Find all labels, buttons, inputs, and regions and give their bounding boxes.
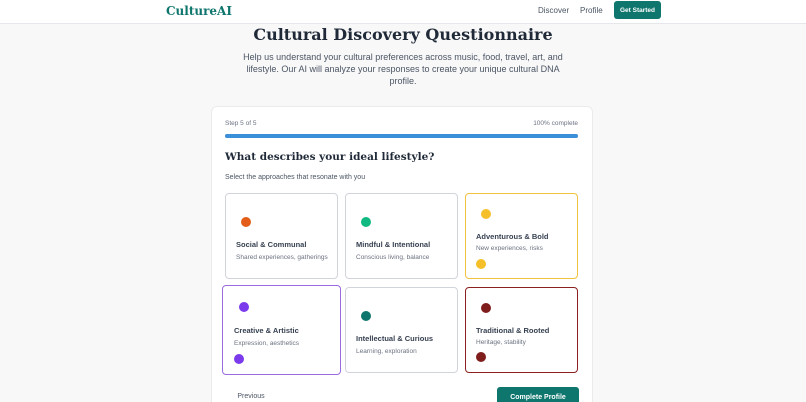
question-subtitle: Select the approaches that resonate with… bbox=[225, 174, 366, 181]
logo[interactable]: CultureAI bbox=[166, 4, 232, 18]
green-dot-icon bbox=[361, 217, 371, 227]
option-desc: Expression, aesthetics bbox=[234, 340, 300, 347]
option-social-communal[interactable]: Social & Communal Shared experiences, ga… bbox=[225, 193, 338, 279]
option-desc: Learning, exploration bbox=[356, 348, 417, 355]
step-label: Step 5 of 5 bbox=[225, 120, 257, 127]
option-desc: New experiences, risks bbox=[476, 245, 543, 252]
yellow-dot-icon bbox=[481, 209, 491, 219]
option-title: Intellectual & Curious bbox=[356, 334, 434, 343]
complete-profile-button[interactable]: Complete Profile bbox=[497, 387, 579, 402]
option-title: Adventurous & Bold bbox=[476, 232, 549, 241]
selected-indicator-icon bbox=[476, 259, 486, 269]
page-description: Help us understand your cultural prefere… bbox=[243, 52, 563, 86]
option-title: Mindful & Intentional bbox=[356, 240, 431, 249]
selected-indicator-icon bbox=[476, 352, 486, 362]
option-title: Creative & Artistic bbox=[234, 326, 299, 335]
previous-button[interactable]: Previous bbox=[229, 388, 273, 402]
progress-bar bbox=[225, 134, 578, 138]
option-mindful-intentional[interactable]: Mindful & Intentional Conscious living, … bbox=[345, 193, 458, 279]
option-desc: Heritage, stability bbox=[476, 339, 526, 346]
question-title: What describes your ideal lifestyle? bbox=[225, 151, 435, 163]
teal-dot-icon bbox=[361, 311, 371, 321]
orange-dot-icon bbox=[241, 217, 251, 227]
progress-fill bbox=[225, 134, 578, 138]
purple-dot-icon bbox=[239, 302, 249, 312]
option-title: Traditional & Rooted bbox=[476, 326, 550, 335]
get-started-button[interactable]: Get Started bbox=[614, 1, 661, 19]
nav-link-discover[interactable]: Discover bbox=[538, 6, 569, 15]
option-desc: Conscious living, balance bbox=[356, 254, 430, 261]
option-title: Social & Communal bbox=[236, 240, 307, 249]
option-intellectual-curious[interactable]: Intellectual & Curious Learning, explora… bbox=[345, 287, 458, 373]
navbar: CultureAI Discover Profile Get Started bbox=[0, 0, 806, 24]
maroon-dot-icon bbox=[481, 303, 491, 313]
option-traditional-rooted[interactable]: Traditional & Rooted Heritage, stability bbox=[465, 287, 578, 373]
nav-link-profile[interactable]: Profile bbox=[580, 6, 603, 15]
percent-complete-label: 100% complete bbox=[533, 120, 578, 127]
selected-indicator-icon bbox=[234, 354, 244, 364]
option-creative-artistic[interactable]: Creative & Artistic Expression, aestheti… bbox=[222, 285, 341, 375]
option-adventurous-bold[interactable]: Adventurous & Bold New experiences, risk… bbox=[465, 193, 578, 279]
option-desc: Shared experiences, gatherings bbox=[236, 254, 328, 261]
page-title: Cultural Discovery Questionnaire bbox=[253, 25, 553, 44]
